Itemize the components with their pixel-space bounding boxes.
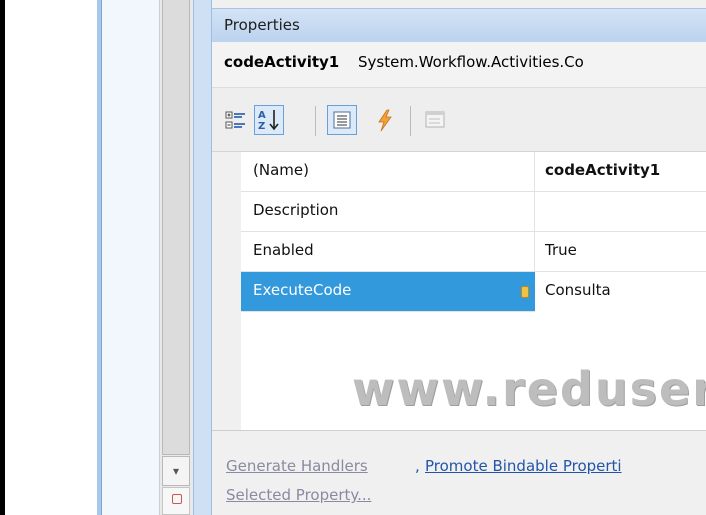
svg-text:Z: Z [258, 121, 265, 132]
property-grid: (Name) codeActivity1 Description Enabled… [212, 152, 706, 430]
property-row[interactable]: Enabled True [241, 232, 706, 272]
property-row-selected[interactable]: ExecuteCode Consulta [241, 272, 706, 312]
svg-text:A: A [258, 110, 266, 121]
categorized-button[interactable] [222, 105, 252, 135]
alphabetical-sort-icon: A Z [258, 110, 279, 132]
error-marker-icon [172, 494, 182, 504]
properties-button[interactable] [327, 105, 357, 135]
toolbar-separator [410, 106, 411, 136]
properties-title-bar[interactable]: Properties [212, 8, 706, 42]
scrollbar-thumb[interactable] [162, 0, 190, 455]
column-divider [534, 192, 535, 232]
alphabetical-button[interactable]: A Z [254, 105, 284, 135]
scroll-down-button[interactable]: ▾ [162, 456, 190, 486]
commands-pane: Generate Handlers , Promote Bindable Pro… [212, 430, 706, 515]
generate-handlers-link[interactable]: Generate Handlers [226, 457, 368, 475]
column-divider [534, 152, 535, 192]
property-name: Description [253, 201, 339, 219]
link-separator: , [415, 457, 420, 475]
properties-icon [333, 111, 351, 129]
object-name: codeActivity1 [224, 53, 340, 71]
event-handler-icon [521, 286, 529, 298]
events-button[interactable] [370, 105, 400, 135]
background-area [5, 0, 97, 515]
events-lightning-icon [378, 109, 392, 132]
categorized-icon [225, 111, 245, 129]
property-name: Enabled [253, 241, 314, 259]
property-value[interactable]: Consulta [545, 281, 611, 299]
properties-title: Properties [224, 16, 300, 34]
grid-gutter [212, 152, 241, 430]
property-value[interactable]: True [545, 241, 577, 259]
designer-pane [101, 0, 159, 515]
property-name: ExecuteCode [253, 281, 352, 299]
watermark: www.reduser [352, 362, 706, 416]
property-name: (Name) [253, 161, 309, 179]
object-type: System.Workflow.Activities.Co [358, 53, 584, 71]
properties-toolbar: A Z [212, 88, 706, 152]
toolbar-separator [315, 106, 316, 136]
property-pages-icon [425, 111, 445, 128]
property-row[interactable]: Description [241, 192, 706, 232]
promote-bindable-properties-link[interactable]: Promote Bindable Properti [425, 457, 622, 475]
window-splitter[interactable] [193, 0, 212, 515]
property-pages-button[interactable] [420, 105, 450, 135]
column-divider [534, 232, 535, 272]
object-selector[interactable]: codeActivity1 System.Workflow.Activities… [212, 42, 706, 88]
chevron-down-icon: ▾ [172, 464, 180, 478]
property-value[interactable]: codeActivity1 [545, 161, 660, 179]
selected-property-link[interactable]: Selected Property... [226, 486, 371, 504]
properties-window: Properties codeActivity1 System.Workflow… [212, 0, 706, 515]
property-row[interactable]: (Name) codeActivity1 [241, 152, 706, 192]
